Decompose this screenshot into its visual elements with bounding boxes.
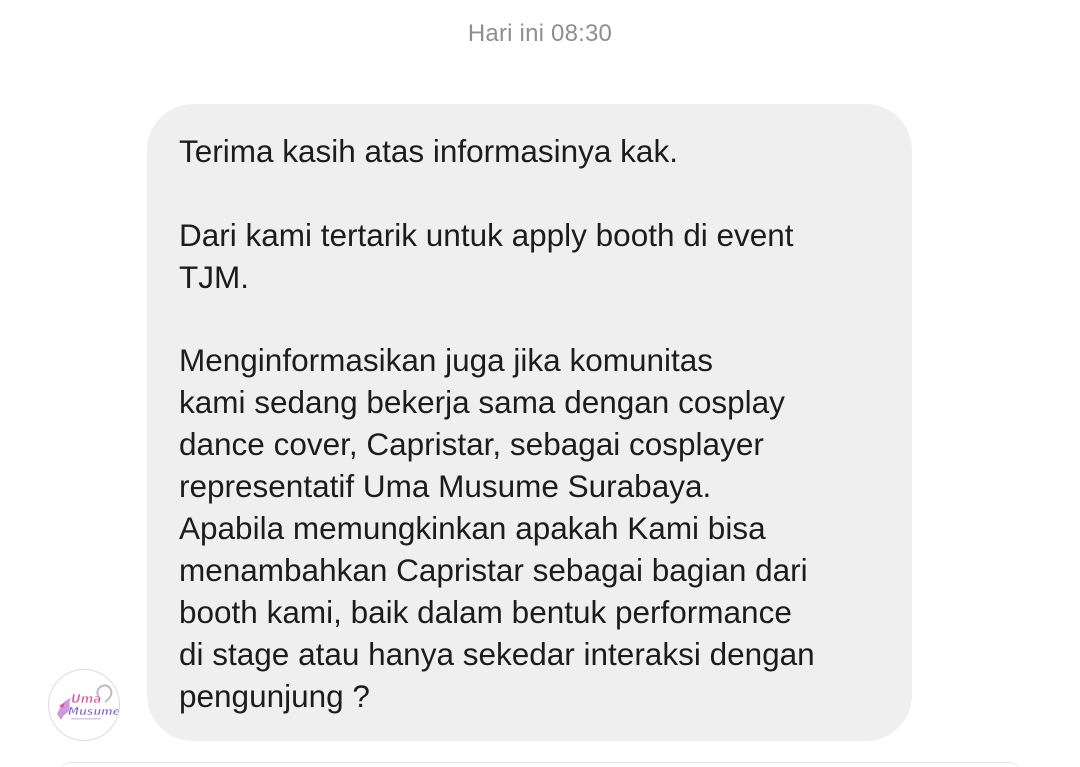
message-line: Apabila memungkinkan apakah Kami bisa [179, 510, 766, 546]
message-line: TJM. [179, 259, 249, 295]
message-line: Menginformasikan juga jika komunitas [179, 342, 714, 378]
logo-text-musume: Musume [68, 705, 119, 718]
message-line: pengunjung ? [179, 678, 370, 714]
message-line: di stage atau hanya sekedar interaksi de… [179, 636, 815, 672]
message-bubble[interactable]: Terima kasih atas informasinya kak. Dari… [147, 104, 912, 741]
message-line: dance cover, Capristar, sebagai cosplaye… [179, 426, 764, 462]
logo-text-uma: Uma [71, 692, 101, 706]
sender-avatar[interactable]: Uma Musume [48, 669, 120, 741]
message-line: kami sedang bekerja sama dengan cosplay [179, 384, 785, 420]
next-message-edge [60, 762, 1020, 767]
message-timestamp: Hari ini 08:30 [467, 20, 613, 47]
uma-musume-logo-icon: Uma Musume [57, 684, 119, 720]
message-line: Dari kami tertarik untuk apply booth di … [179, 217, 794, 253]
svg-text:Uma: Uma [71, 692, 101, 706]
message-line: Terima kasih atas informasinya kak. [179, 133, 678, 169]
message-line: booth kami, baik dalam bentuk performanc… [179, 594, 792, 630]
message-line: menambahkan Capristar sebagai bagian dar… [179, 552, 808, 588]
svg-text:Musume: Musume [68, 705, 119, 718]
chat-thread: Hari ini 08:30 Terima kasih atas informa… [0, 0, 1080, 767]
message-line: representatif Uma Musume Surabaya. [179, 468, 712, 504]
